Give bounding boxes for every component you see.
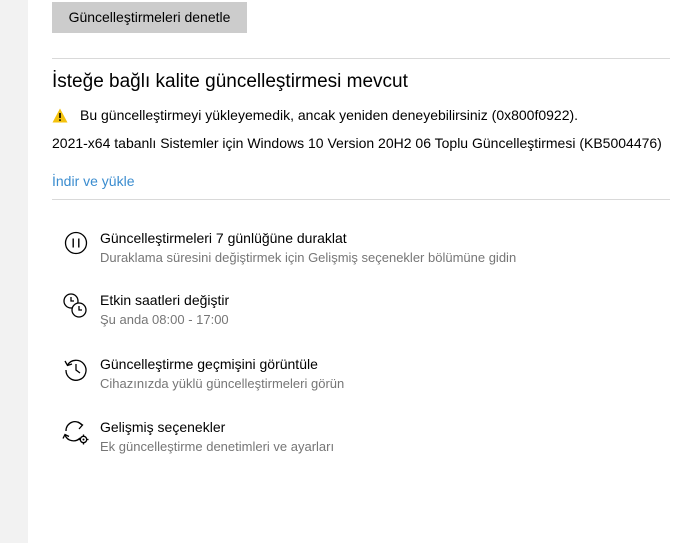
section-divider [52,199,670,200]
option-description: Ek güncelleştirme denetimleri ve ayarlar… [100,439,335,454]
update-package-name: 2021-x64 tabanlı Sistemler için Windows … [52,135,662,151]
warning-message: Bu güncelleştirmeyi yükleyemedik, ancak … [80,107,579,123]
pause-icon [62,230,90,258]
change-active-hours-option[interactable]: Etkin saatleri değiştir Şu anda 08:00 - … [62,292,662,336]
advanced-options-icon [62,419,90,447]
optional-update-title: İsteğe bağlı kalite güncelleştirmesi mev… [52,71,408,92]
advanced-options-option[interactable]: Gelişmiş seçenekler Ek güncelleştirme de… [62,419,662,463]
option-title: Güncelleştirmeleri 7 günlüğüne duraklat [100,230,347,246]
warning-icon [52,108,68,122]
option-description: Cihazınızda yüklü güncelleştirmeleri gör… [100,376,345,391]
option-description: Şu anda 08:00 - 17:00 [100,312,229,327]
download-and-install-link[interactable]: İndir ve yükle [52,173,134,189]
section-divider [52,58,670,59]
left-sidebar-strip [0,0,28,543]
option-title: Gelişmiş seçenekler [100,419,226,435]
pause-updates-option[interactable]: Güncelleştirmeleri 7 günlüğüne duraklat … [62,230,662,274]
view-update-history-option[interactable]: Güncelleştirme geçmişini görüntüle Cihaz… [62,356,662,400]
option-description: Duraklama süresini değiştirmek için Geli… [100,250,517,265]
option-title: Güncelleştirme geçmişini görüntüle [100,356,318,372]
check-for-updates-button[interactable]: Güncelleştirmeleri denetle [52,2,247,33]
active-hours-icon [62,292,90,320]
option-title: Etkin saatleri değiştir [100,292,230,308]
history-icon [62,356,90,384]
warning-row: Bu güncelleştirmeyi yükleyemedik, ancak … [52,106,578,124]
